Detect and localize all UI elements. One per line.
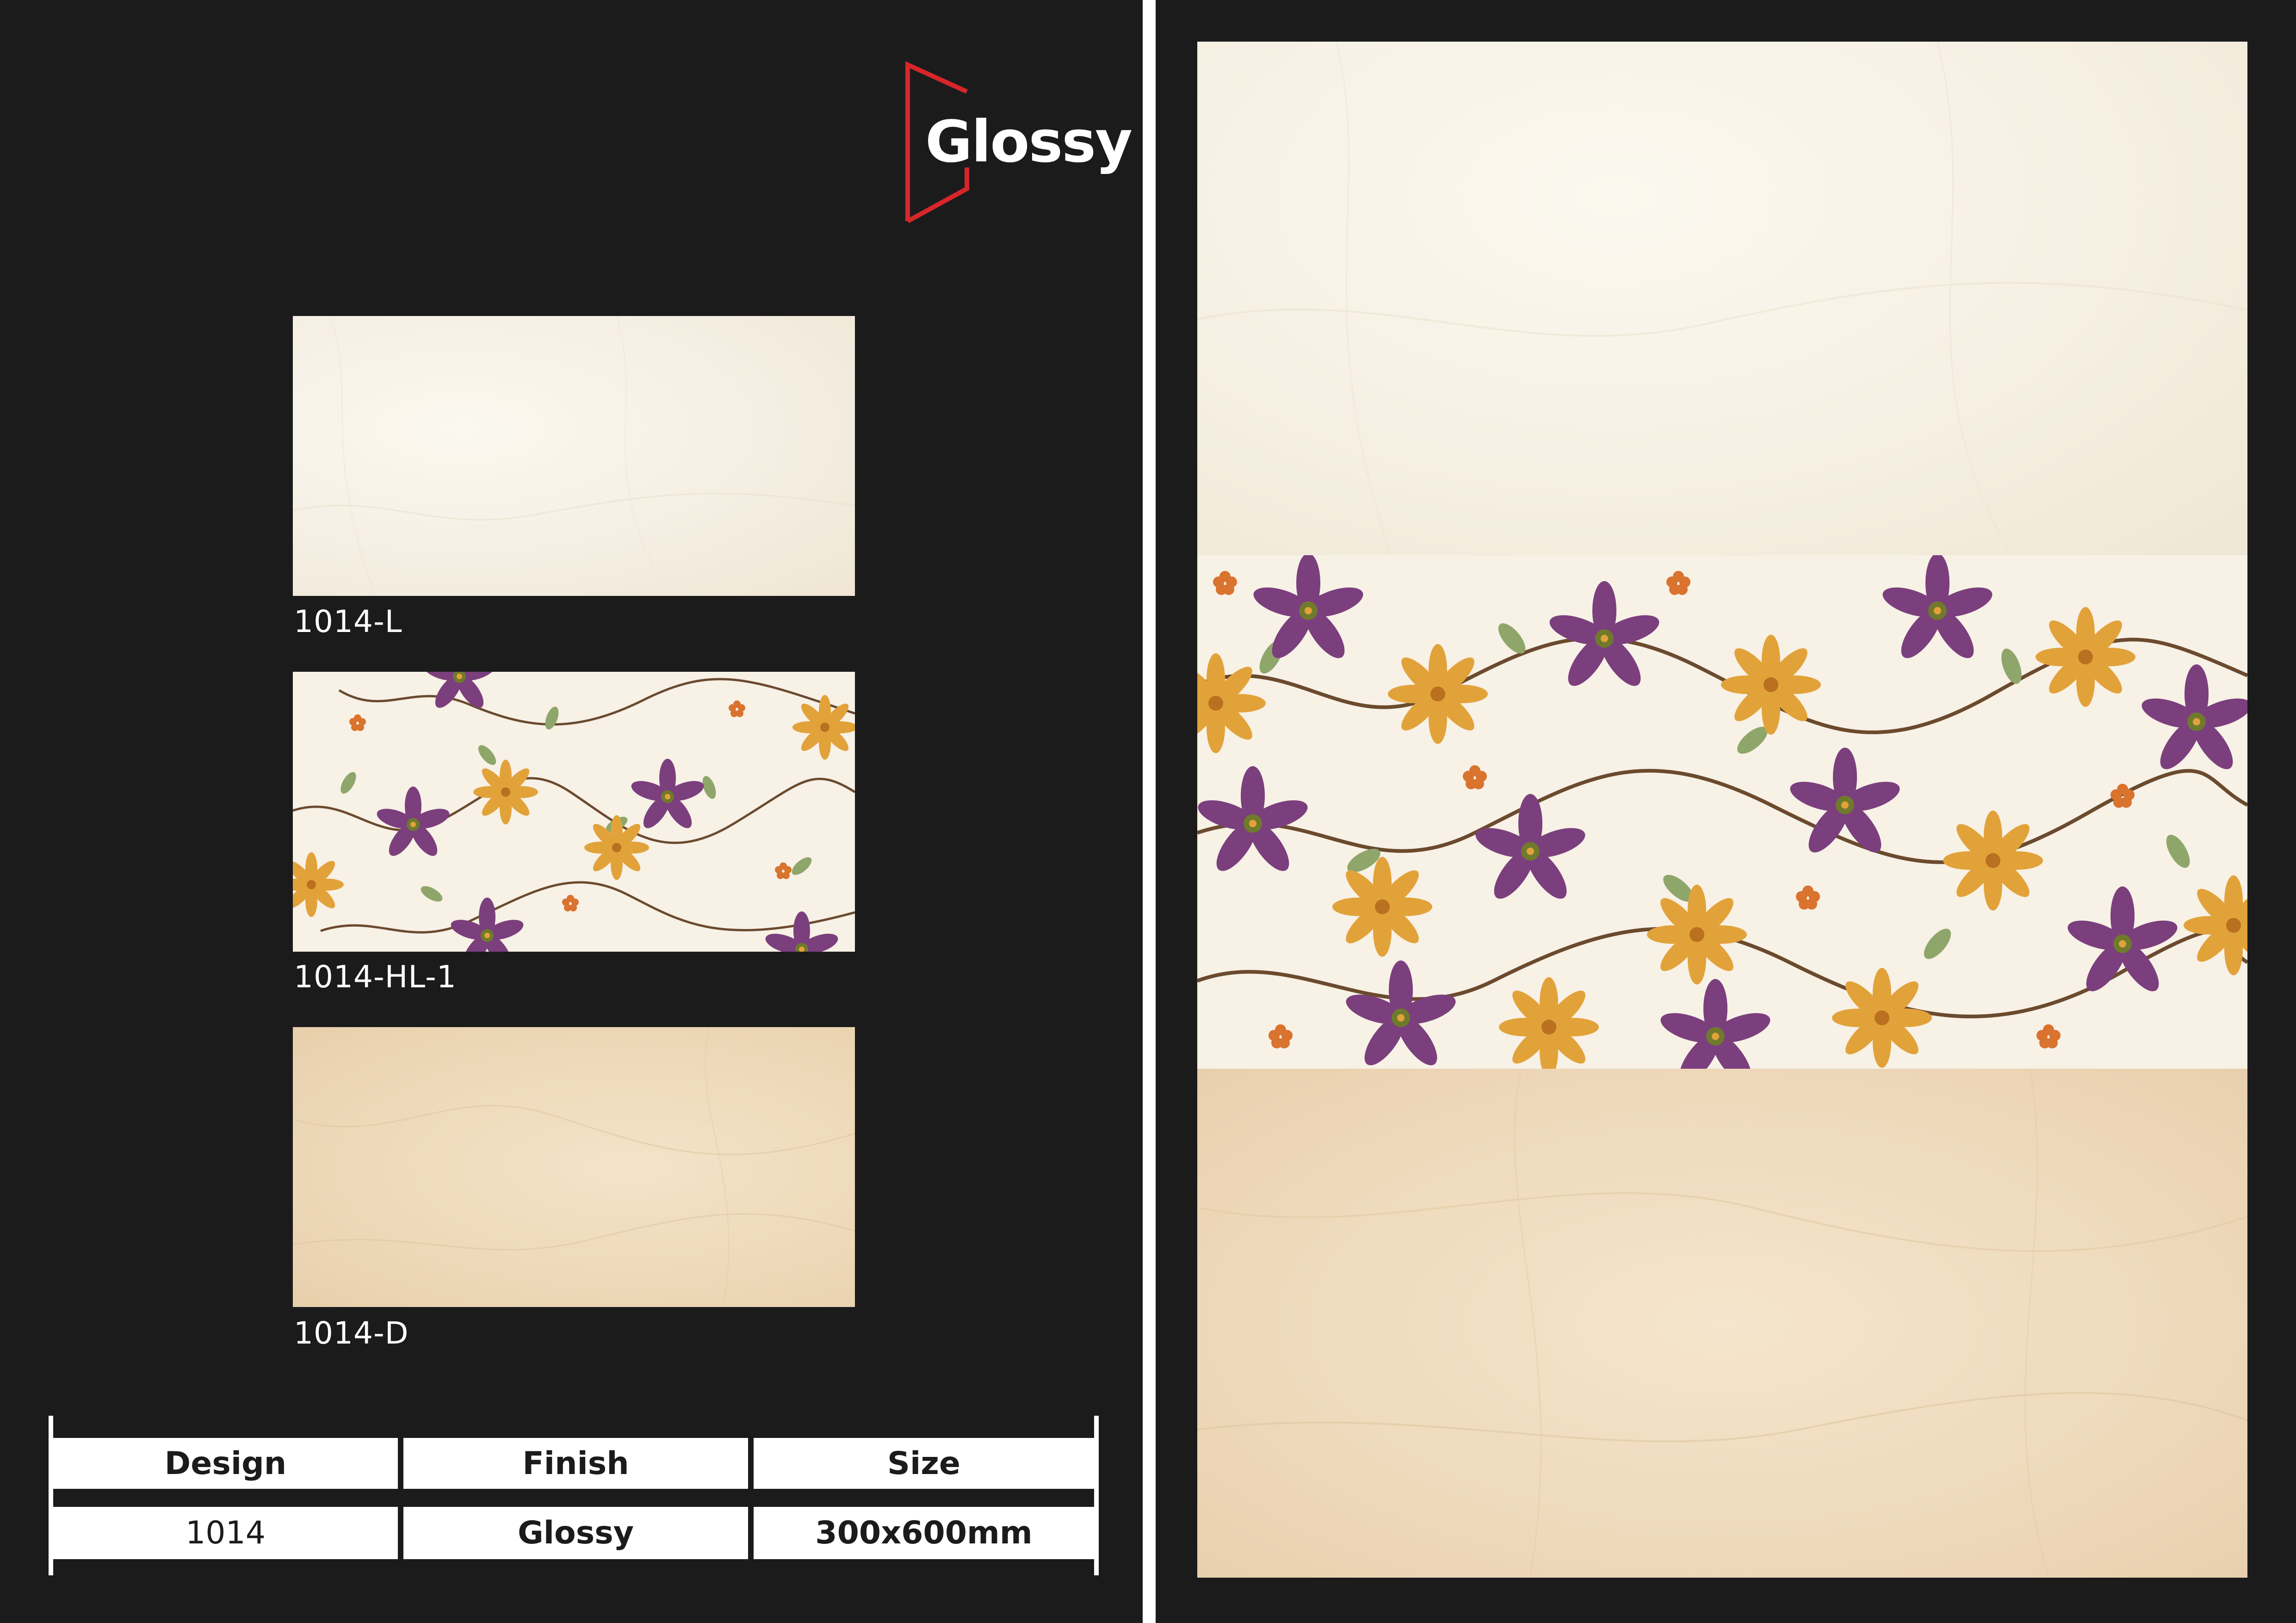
table-border xyxy=(49,1416,53,1575)
spec-header-finish: Finish xyxy=(403,1438,748,1489)
table-border xyxy=(1094,1416,1099,1575)
wall-dark-section xyxy=(1197,1068,2247,1578)
brand-name: Glossy xyxy=(925,109,1133,175)
floral-pattern xyxy=(293,672,855,952)
brand-logo: Glossy xyxy=(897,60,1133,227)
spec-header-size: Size xyxy=(754,1438,1094,1489)
catalog-left-page: Glossy 1014-L 1014-HL-1 1014-D Design Fi… xyxy=(0,0,1143,1623)
spec-header-design: Design xyxy=(53,1438,398,1489)
spec-value-design: 1014 xyxy=(53,1507,398,1559)
catalog-right-page xyxy=(1156,0,2296,1623)
marble-texture xyxy=(1197,42,2247,556)
marble-texture xyxy=(1197,1068,2247,1578)
tile-code-label: 1014-L xyxy=(294,604,402,639)
tile-code-label: 1014-D xyxy=(294,1315,409,1351)
floral-pattern xyxy=(1197,553,2247,1090)
spec-table: Design Finish Size 1014 Glossy 300x600mm xyxy=(49,1416,1099,1575)
spec-value-size: 300x600mm xyxy=(754,1507,1094,1559)
wall-light-section xyxy=(1197,42,2247,556)
spec-value-finish: Glossy xyxy=(403,1507,748,1559)
tile-code-label: 1014-HL-1 xyxy=(294,959,457,995)
wall-mockup xyxy=(1197,42,2247,1578)
marble-texture xyxy=(293,316,855,596)
tile-swatch-floral xyxy=(293,672,855,952)
marble-texture xyxy=(293,1027,855,1307)
page-divider xyxy=(1143,0,1156,1623)
tile-swatch-light xyxy=(293,316,855,596)
tile-swatch-dark xyxy=(293,1027,855,1307)
wall-floral-section xyxy=(1197,553,2247,1090)
